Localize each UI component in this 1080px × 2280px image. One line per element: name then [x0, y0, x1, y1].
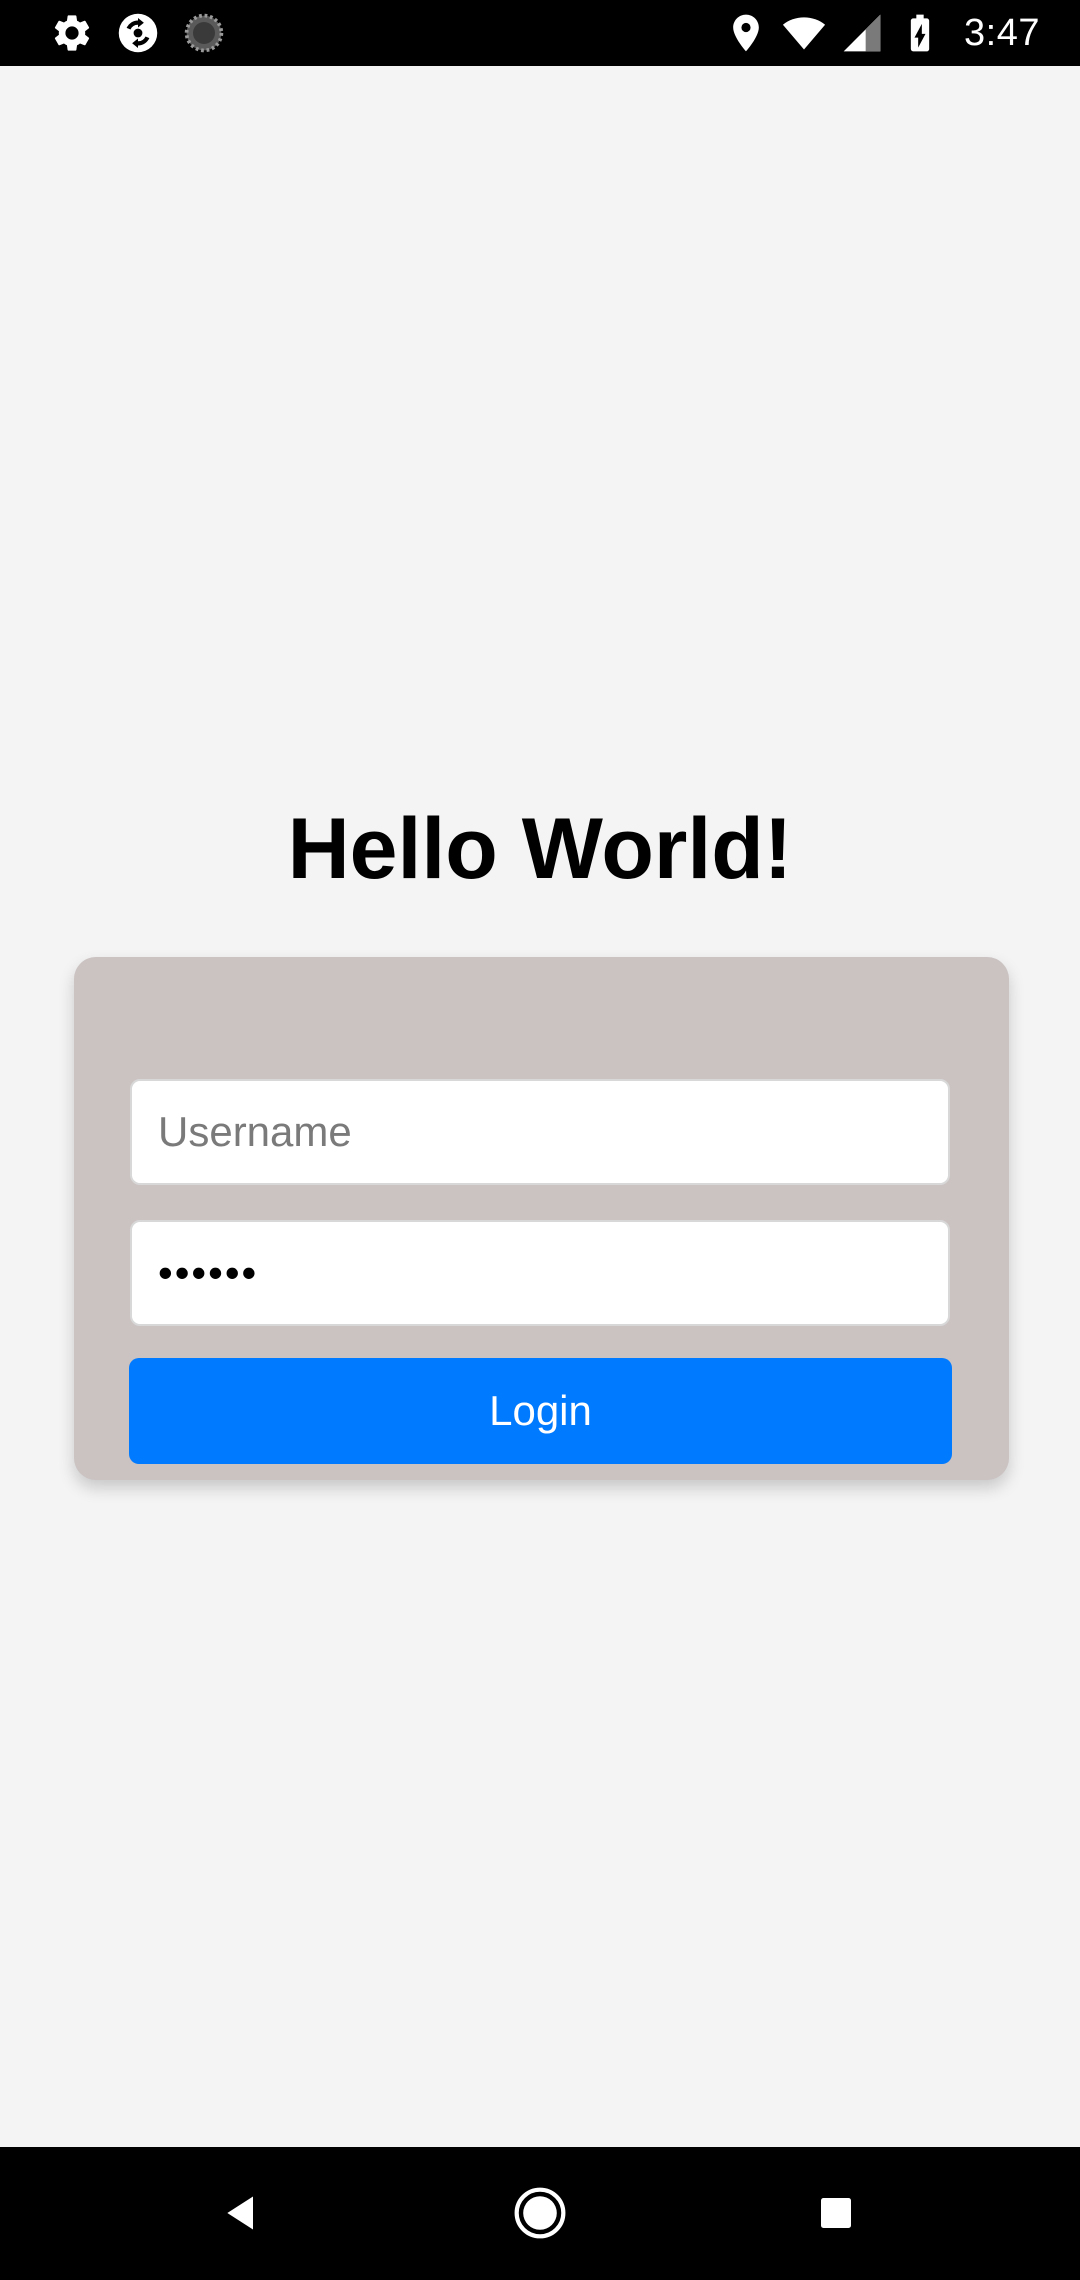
cell-signal-icon [843, 14, 881, 52]
wifi-icon [782, 17, 826, 50]
app-content: Hello World! Login [0, 66, 1080, 2147]
status-bar-left [50, 0, 226, 66]
back-icon [227, 2196, 253, 2230]
battery-charging-icon [910, 14, 930, 52]
home-icon [514, 2187, 566, 2239]
navigation-bar [0, 2147, 1080, 2280]
recents-button[interactable] [800, 2177, 872, 2249]
back-button[interactable] [206, 2177, 278, 2249]
page-title: Hello World! [287, 801, 793, 897]
recents-icon [821, 2198, 851, 2228]
login-card: Login [74, 957, 1009, 1480]
home-button[interactable] [504, 2177, 576, 2249]
status-bar-right: 3:47 [724, 0, 1040, 66]
password-field[interactable] [130, 1220, 950, 1326]
login-button[interactable]: Login [129, 1358, 952, 1464]
sync-app-icon [118, 13, 158, 53]
loading-spinner-icon [184, 13, 224, 53]
username-field[interactable] [130, 1079, 950, 1185]
location-pin-icon [733, 14, 759, 52]
status-time: 3:47 [964, 11, 1040, 54]
gear-icon [54, 15, 90, 51]
status-bar: 3:47 [0, 0, 1080, 66]
